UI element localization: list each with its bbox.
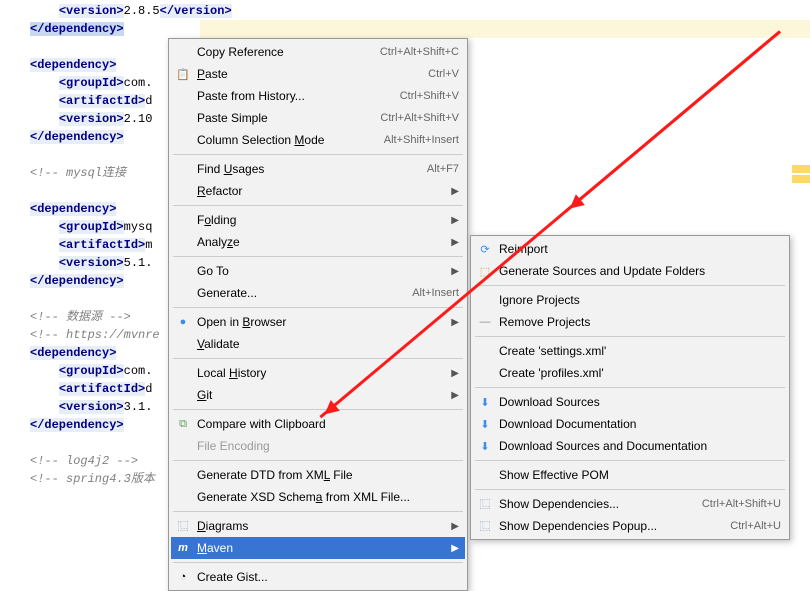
shortcut-text: Ctrl+Alt+U xyxy=(730,520,781,532)
diagram-icon: ⿺ xyxy=(477,518,493,534)
menu-separator xyxy=(475,387,785,388)
menu-separator xyxy=(475,336,785,337)
menu-separator xyxy=(475,460,785,461)
menu-separator xyxy=(173,460,463,461)
download-icon: ⬇ xyxy=(477,394,493,410)
annotation-arrow xyxy=(565,30,781,212)
menu-paste-history[interactable]: Paste from History... Ctrl+Shift+V xyxy=(171,85,465,107)
folders-icon: ⬚ xyxy=(477,263,493,279)
chevron-right-icon: ▶ xyxy=(451,237,459,248)
chevron-right-icon: ▶ xyxy=(451,390,459,401)
download-icon: ⬇ xyxy=(477,416,493,432)
menu-find-usages[interactable]: Find Usages Alt+F7 xyxy=(171,158,465,180)
menu-maven[interactable]: m Maven ▶ xyxy=(171,537,465,559)
chevron-right-icon: ▶ xyxy=(451,215,459,226)
globe-icon: ● xyxy=(175,314,191,330)
menu-remove-projects[interactable]: — Remove Projects xyxy=(473,311,787,333)
compare-icon: ⧉ xyxy=(175,416,191,432)
menu-analyze[interactable]: Analyze ▶ xyxy=(171,231,465,253)
menu-local-history[interactable]: Local History ▶ xyxy=(171,362,465,384)
menu-separator xyxy=(173,511,463,512)
shortcut-text: Ctrl+V xyxy=(428,68,459,80)
menu-separator xyxy=(173,154,463,155)
menu-separator xyxy=(475,285,785,286)
maven-icon: m xyxy=(175,540,191,556)
shortcut-text: Ctrl+Shift+V xyxy=(400,90,459,102)
menu-generate-dtd[interactable]: Generate DTD from XML File xyxy=(171,464,465,486)
menu-refactor[interactable]: Refactor ▶ xyxy=(171,180,465,202)
menu-separator xyxy=(173,409,463,410)
download-icon: ⬇ xyxy=(477,438,493,454)
menu-show-pom[interactable]: Show Effective POM xyxy=(473,464,787,486)
menu-download-both[interactable]: ⬇ Download Sources and Documentation xyxy=(473,435,787,457)
paste-icon: 📋 xyxy=(175,66,191,82)
menu-ignore-projects[interactable]: Ignore Projects xyxy=(473,289,787,311)
chevron-right-icon: ▶ xyxy=(451,317,459,328)
menu-create-settings[interactable]: Create 'settings.xml' xyxy=(473,340,787,362)
shortcut-text: Ctrl+Alt+Shift+U xyxy=(702,498,781,510)
shortcut-text: Ctrl+Alt+Shift+C xyxy=(380,46,459,58)
chevron-right-icon: ▶ xyxy=(451,266,459,277)
menu-show-deps[interactable]: ⿺ Show Dependencies... Ctrl+Alt+Shift+U xyxy=(473,493,787,515)
menu-reimport[interactable]: ⟳ Reimport xyxy=(473,238,787,260)
menu-separator xyxy=(173,562,463,563)
context-menu: Copy Reference Ctrl+Alt+Shift+C 📋 Paste … xyxy=(168,38,468,591)
menu-generate[interactable]: Generate... Alt+Insert xyxy=(171,282,465,304)
github-icon: ◔ xyxy=(175,569,191,585)
menu-separator xyxy=(173,205,463,206)
menu-create-gist[interactable]: ◔ Create Gist... xyxy=(171,566,465,588)
minus-icon: — xyxy=(477,314,493,330)
menu-compare-clipboard[interactable]: ⧉ Compare with Clipboard xyxy=(171,413,465,435)
maven-submenu: ⟳ Reimport ⬚ Generate Sources and Update… xyxy=(470,235,790,540)
menu-paste-simple[interactable]: Paste Simple Ctrl+Alt+Shift+V xyxy=(171,107,465,129)
shortcut-text: Alt+Insert xyxy=(412,287,459,299)
diagram-icon: ⿺ xyxy=(175,518,191,534)
chevron-right-icon: ▶ xyxy=(451,368,459,379)
menu-diagrams[interactable]: ⿺ Diagrams ▶ xyxy=(171,515,465,537)
menu-download-sources[interactable]: ⬇ Download Sources xyxy=(473,391,787,413)
menu-generate-sources[interactable]: ⬚ Generate Sources and Update Folders xyxy=(473,260,787,282)
menu-download-docs[interactable]: ⬇ Download Documentation xyxy=(473,413,787,435)
diagram-icon: ⿺ xyxy=(477,496,493,512)
menu-copy-reference[interactable]: Copy Reference Ctrl+Alt+Shift+C xyxy=(171,41,465,63)
menu-file-encoding: File Encoding xyxy=(171,435,465,457)
menu-column-selection[interactable]: Column Selection Mode Alt+Shift+Insert xyxy=(171,129,465,151)
menu-separator xyxy=(173,358,463,359)
menu-goto[interactable]: Go To ▶ xyxy=(171,260,465,282)
menu-validate[interactable]: Validate xyxy=(171,333,465,355)
chevron-right-icon: ▶ xyxy=(451,543,459,554)
chevron-right-icon: ▶ xyxy=(451,186,459,197)
menu-paste[interactable]: 📋 Paste Ctrl+V xyxy=(171,63,465,85)
shortcut-text: Ctrl+Alt+Shift+V xyxy=(380,112,459,124)
menu-git[interactable]: Git ▶ xyxy=(171,384,465,406)
shortcut-text: Alt+Shift+Insert xyxy=(384,134,459,146)
marker-bar xyxy=(792,165,810,195)
menu-show-deps-popup[interactable]: ⿺ Show Dependencies Popup... Ctrl+Alt+U xyxy=(473,515,787,537)
menu-open-browser[interactable]: ● Open in Browser ▶ xyxy=(171,311,465,333)
menu-separator xyxy=(173,307,463,308)
chevron-right-icon: ▶ xyxy=(451,521,459,532)
menu-separator xyxy=(173,256,463,257)
menu-folding[interactable]: Folding ▶ xyxy=(171,209,465,231)
menu-generate-xsd[interactable]: Generate XSD Schema from XML File... xyxy=(171,486,465,508)
shortcut-text: Alt+F7 xyxy=(427,163,459,175)
menu-create-profiles[interactable]: Create 'profiles.xml' xyxy=(473,362,787,384)
refresh-icon: ⟳ xyxy=(477,241,493,257)
menu-separator xyxy=(475,489,785,490)
